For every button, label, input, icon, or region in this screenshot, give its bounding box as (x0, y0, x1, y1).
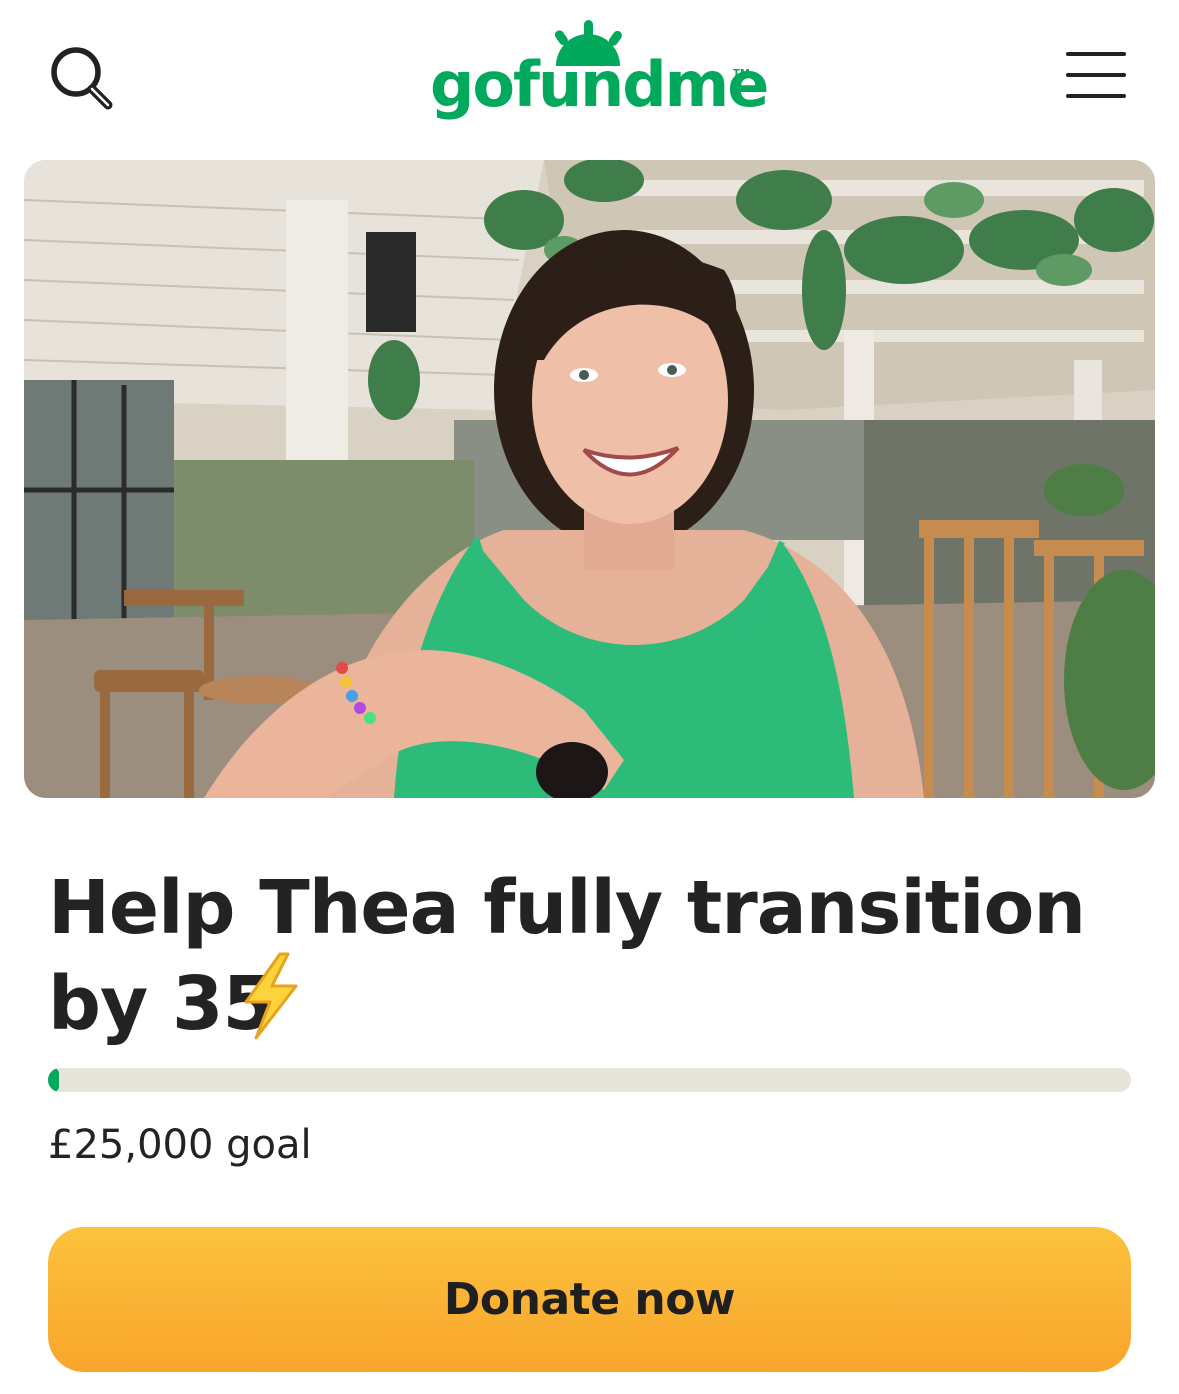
goal-amount: £25,000 goal (48, 1122, 312, 1168)
donate-now-button[interactable]: Donate now (48, 1227, 1131, 1372)
campaign-title: Help Thea fully transition by 35 (48, 865, 1086, 1047)
campaign-photo-illustration (24, 160, 1155, 798)
donate-now-label: Donate now (443, 1274, 736, 1325)
high-voltage-emoji (244, 952, 298, 1040)
logo-wordmark: gofundme (430, 48, 769, 121)
funding-progress-fill (48, 1068, 59, 1092)
top-header: gofundme TM (0, 0, 1179, 150)
menu-button[interactable] (1058, 48, 1130, 106)
campaign-photo[interactable] (24, 160, 1155, 798)
search-icon (51, 47, 113, 110)
gofundme-logo[interactable]: gofundme TM (420, 16, 769, 136)
logo-trademark: TM (733, 68, 750, 79)
hamburger-menu-icon (1066, 52, 1126, 98)
funding-progress-bar (48, 1068, 1131, 1092)
search-button[interactable] (44, 38, 124, 118)
